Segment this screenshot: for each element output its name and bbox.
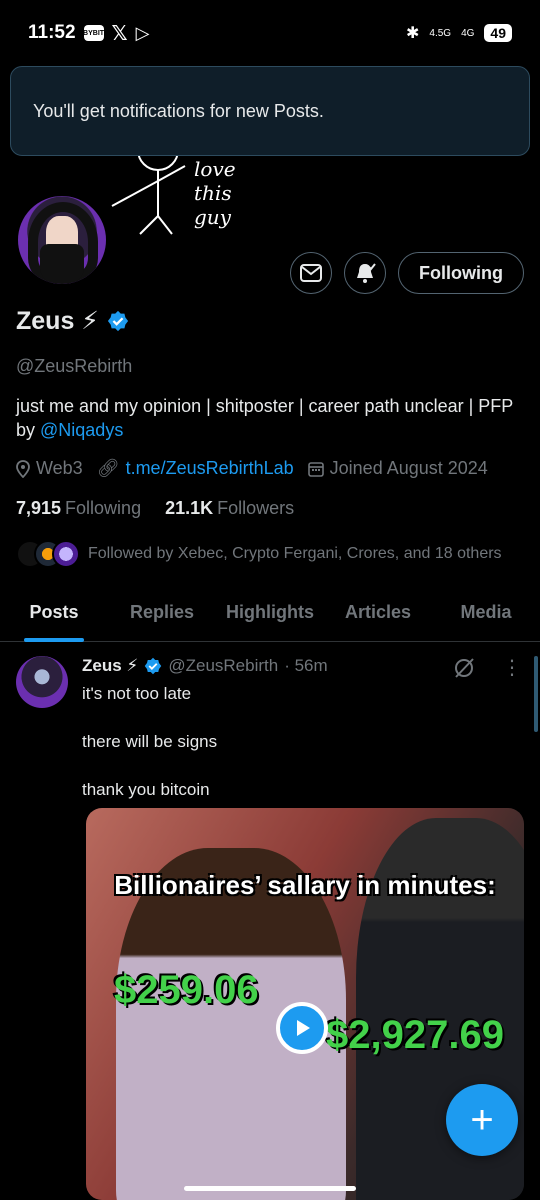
- followed-by-text: Followed by Xebec, Crypto Fergani, Crore…: [88, 545, 502, 562]
- svg-text:love: love: [194, 157, 236, 181]
- svg-text:guy: guy: [194, 205, 232, 229]
- profile-bio: just me and my opinion | shitposter | ca…: [16, 394, 524, 442]
- play-store-icon: ▷: [135, 22, 150, 43]
- toast-text: You'll get notifications for new Posts.: [33, 100, 324, 121]
- location-text: Web3: [36, 458, 83, 478]
- follow-counts: 7,915 Following 21.1K Followers: [16, 498, 294, 519]
- profile-tabs: Posts Replies Highlights Articles Media: [0, 588, 540, 642]
- location-item: Web3: [16, 458, 83, 479]
- post-avatar[interactable]: [16, 656, 68, 708]
- profile-name-row: Zeus ⚡: [16, 306, 129, 336]
- following-count-link[interactable]: 7,915 Following: [16, 498, 141, 519]
- tab-posts[interactable]: Posts: [0, 588, 108, 641]
- bybit-app-icon: BYBIT: [83, 25, 104, 41]
- bluetooth-icon: ✱: [405, 25, 420, 42]
- profile-actions: Following: [290, 252, 524, 294]
- notification-toast: You'll get notifications for new Posts.: [10, 66, 530, 156]
- more-options-icon[interactable]: ⋮: [502, 658, 522, 678]
- joined-text: Joined August 2024: [329, 458, 488, 478]
- link-icon: 🔗︎: [96, 458, 120, 478]
- calendar-icon: [307, 461, 324, 477]
- video-price-right: $2,927.69: [326, 1013, 504, 1057]
- battery-icon: 49: [484, 24, 512, 42]
- location-pin-icon: [16, 459, 30, 478]
- joined-item: Joined August 2024: [307, 458, 488, 479]
- post-line: thank you bitcoin: [82, 780, 210, 799]
- message-button[interactable]: [290, 252, 333, 294]
- tab-highlights[interactable]: Highlights: [216, 588, 324, 641]
- plus-icon: +: [470, 1097, 494, 1142]
- home-indicator[interactable]: [184, 1186, 356, 1191]
- post-author: Zeus ⚡: [82, 656, 139, 675]
- follower-avatar: [52, 540, 80, 568]
- x-app-icon: 𝕏: [111, 22, 128, 45]
- verified-badge-icon: [145, 657, 162, 675]
- bio-mention-link[interactable]: @Niqadys: [40, 420, 123, 440]
- notifications-button[interactable]: [344, 252, 387, 294]
- followed-by-row[interactable]: Followed by Xebec, Crypto Fergani, Crore…: [16, 540, 502, 568]
- video-caption: Billionaires’ sallary in minutes:: [114, 870, 496, 900]
- post-handle: @ZeusRebirth: [168, 656, 279, 675]
- status-time: 11:52: [28, 22, 76, 43]
- post-line: there will be signs: [82, 732, 218, 751]
- post-header: Zeus ⚡ @ZeusRebirth · 56m: [82, 656, 328, 676]
- bell-check-icon: [357, 263, 376, 283]
- play-button[interactable]: [276, 1002, 328, 1054]
- video-price-left: $259.06: [114, 968, 259, 1012]
- post-body: it's not too late there will be signs th…: [82, 682, 217, 826]
- tab-replies[interactable]: Replies: [108, 588, 216, 641]
- status-bar: 11:52 BYBIT 𝕏 ▷ ✱ 4.5G 4G 49: [0, 0, 540, 66]
- tab-media[interactable]: Media: [432, 588, 540, 641]
- post-line: it's not too late: [82, 684, 192, 703]
- website-item[interactable]: 🔗︎ t.me/ZeusRebirthLab: [97, 458, 294, 479]
- grok-icon[interactable]: [452, 656, 476, 680]
- scrollbar[interactable]: [534, 656, 538, 732]
- play-icon: [297, 1020, 310, 1036]
- website-link[interactable]: t.me/ZeusRebirthLab: [126, 458, 294, 479]
- tab-articles[interactable]: Articles: [324, 588, 432, 641]
- signal-icon-1: 4.5G: [429, 27, 452, 39]
- profile-handle: @ZeusRebirth: [16, 356, 133, 376]
- post-time: · 56m: [284, 656, 328, 675]
- follower-avatars: [16, 540, 80, 568]
- svg-text:this: this: [194, 181, 232, 205]
- compose-post-button[interactable]: +: [446, 1084, 518, 1156]
- verified-badge-icon[interactable]: [107, 310, 129, 332]
- profile-meta: Web3 🔗︎ t.me/ZeusRebirthLab Joined Augus…: [16, 458, 488, 479]
- mail-icon: [300, 264, 323, 282]
- signal-icon-2: 4G: [461, 27, 475, 39]
- following-button[interactable]: Following: [398, 252, 524, 294]
- profile-name: Zeus ⚡: [16, 307, 99, 335]
- followers-count-link[interactable]: 21.1K Followers: [165, 498, 294, 519]
- profile-avatar[interactable]: [14, 192, 110, 288]
- post-header-actions: ⋮: [452, 656, 522, 680]
